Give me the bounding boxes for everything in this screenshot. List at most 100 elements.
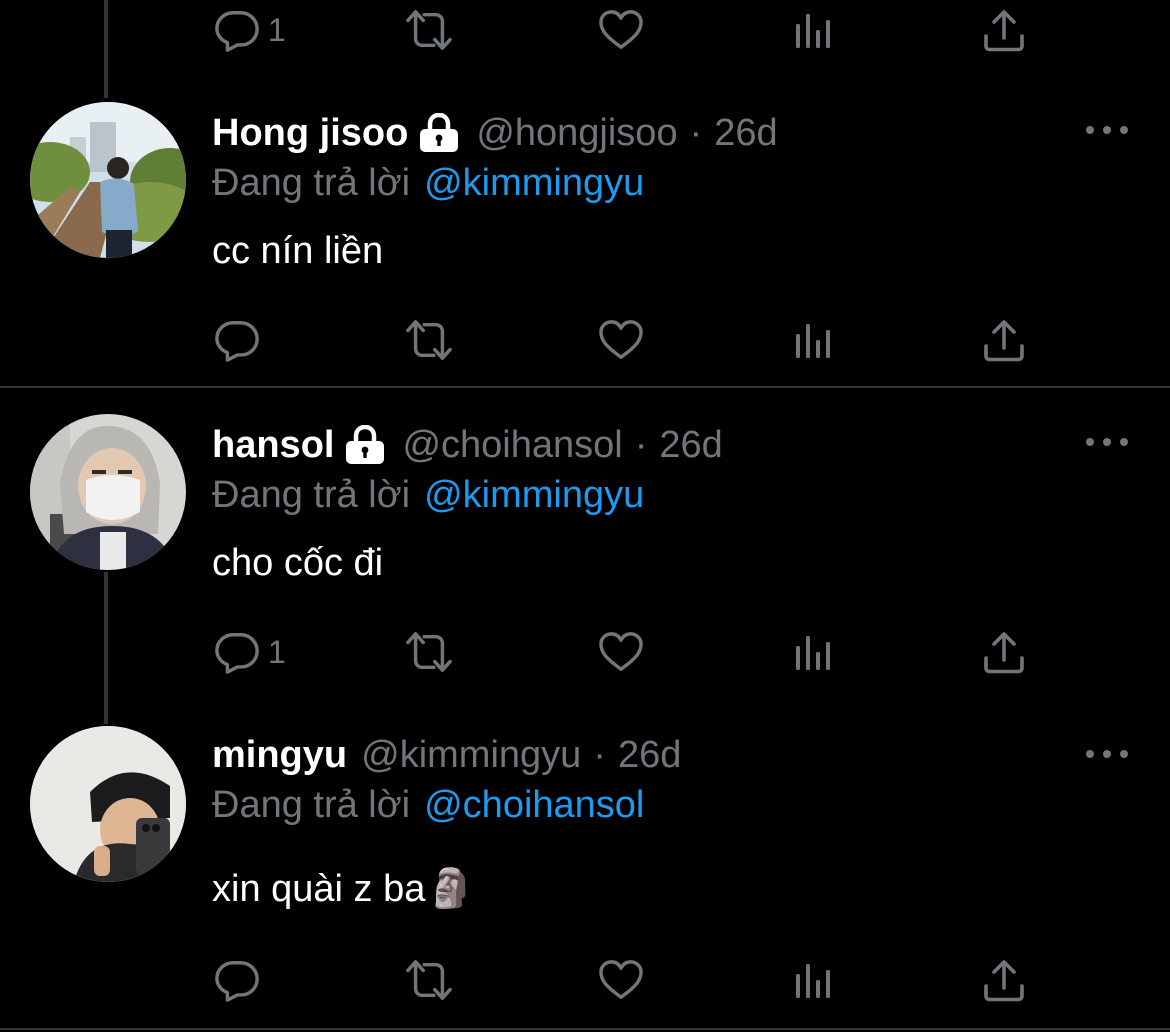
more-icon-dot	[1120, 750, 1128, 758]
tweet-header: hansol @choihansol · 26d	[212, 420, 723, 470]
replying-to: Đang trả lời @kimmingyu	[212, 158, 644, 208]
share-icon	[982, 318, 1026, 362]
retweet-icon	[402, 957, 456, 1003]
lock-icon	[344, 425, 386, 465]
avatar[interactable]	[30, 102, 186, 258]
display-name[interactable]: mingyu	[212, 734, 347, 777]
replying-to: Đang trả lời @kimmingyu	[212, 470, 644, 520]
like-icon	[598, 631, 644, 673]
like-button[interactable]	[598, 950, 644, 1010]
reply-button[interactable]	[214, 950, 268, 1010]
replying-to-label: Đang trả lời	[212, 783, 411, 826]
share-icon	[982, 630, 1026, 674]
retweet-icon	[402, 317, 456, 363]
retweet-icon	[402, 7, 456, 53]
like-icon	[598, 319, 644, 361]
retweet-icon	[402, 629, 456, 675]
action-row: 1	[0, 622, 1170, 682]
like-icon	[598, 9, 644, 51]
tweet-text-content: xin quài z ba	[212, 867, 426, 910]
display-name[interactable]: hansol	[212, 424, 334, 467]
retweet-button[interactable]	[402, 950, 456, 1010]
more-button[interactable]	[1086, 744, 1128, 764]
action-row	[0, 950, 1170, 1010]
reply-icon	[214, 317, 260, 363]
tweet-header: Hong jisoo @hongjisoo · 26d	[212, 108, 778, 158]
tweet[interactable]: Hong jisoo @hongjisoo · 26d Đang trả lời…	[0, 100, 1170, 386]
avatar-image	[30, 102, 186, 258]
separator: ·	[634, 423, 648, 466]
lock-icon	[418, 113, 460, 153]
tweet-text: xin quài z ba 🗿	[212, 864, 475, 914]
avatar-image	[30, 414, 186, 570]
reply-count: 1	[268, 633, 286, 670]
share-button[interactable]	[982, 0, 1026, 60]
timestamp[interactable]: 26d	[618, 734, 681, 777]
tweet-text: cc nín liền	[212, 229, 384, 272]
timestamp[interactable]: 26d	[659, 424, 722, 467]
more-icon-dot	[1086, 126, 1094, 134]
analytics-button[interactable]	[793, 622, 833, 682]
more-button[interactable]	[1086, 432, 1128, 452]
display-name[interactable]: Hong jisoo	[212, 112, 408, 155]
reply-icon	[214, 957, 260, 1003]
more-icon-dot	[1086, 750, 1094, 758]
action-row: 1	[0, 0, 1170, 60]
reply-button[interactable]: 1	[214, 622, 286, 682]
avatar-image	[30, 726, 186, 882]
avatar[interactable]	[30, 414, 186, 570]
replying-to-label: Đang trả lời	[212, 473, 411, 516]
analytics-button[interactable]	[793, 310, 833, 370]
user-handle[interactable]: @hongjisoo	[476, 112, 677, 155]
replying-to: Đang trả lời @choihansol	[212, 780, 644, 830]
replying-to-label: Đang trả lời	[212, 161, 411, 204]
share-icon	[982, 8, 1026, 52]
action-row	[0, 310, 1170, 370]
timestamp[interactable]: 26d	[714, 112, 777, 155]
reply-icon	[214, 629, 260, 675]
tweet[interactable]: hansol @choihansol · 26d Đang trả lời @k…	[0, 412, 1170, 712]
reply-icon	[214, 7, 260, 53]
retweet-button[interactable]	[402, 622, 456, 682]
reply-count: 1	[268, 11, 286, 48]
analytics-icon	[793, 320, 833, 360]
avatar[interactable]	[30, 726, 186, 882]
like-button[interactable]	[598, 622, 644, 682]
moai-emoji: 🗿	[427, 868, 475, 910]
like-button[interactable]	[598, 310, 644, 370]
like-button[interactable]	[598, 0, 644, 60]
reply-button[interactable]: 1	[214, 0, 286, 60]
analytics-button[interactable]	[793, 0, 833, 60]
user-handle[interactable]: @choihansol	[402, 424, 622, 467]
share-button[interactable]	[982, 310, 1026, 370]
tweet-header: mingyu @kimmingyu · 26d	[212, 730, 681, 780]
share-icon	[982, 958, 1026, 1002]
analytics-button[interactable]	[793, 950, 833, 1010]
more-icon-dot	[1103, 750, 1111, 758]
like-icon	[598, 959, 644, 1001]
reply-button[interactable]	[214, 310, 268, 370]
mention-link[interactable]: @kimmingyu	[424, 474, 644, 517]
more-icon-dot	[1120, 438, 1128, 446]
tweet-text: cho cốc đi	[212, 541, 384, 584]
mention-link[interactable]: @kimmingyu	[424, 162, 644, 205]
tweet[interactable]: mingyu @kimmingyu · 26d Đang trả lời @ch…	[0, 724, 1170, 1024]
more-icon-dot	[1103, 438, 1111, 446]
separator: ·	[689, 111, 703, 154]
divider	[0, 1028, 1170, 1030]
mention-link[interactable]: @choihansol	[424, 784, 644, 827]
retweet-button[interactable]	[402, 310, 456, 370]
more-button[interactable]	[1086, 120, 1128, 140]
more-icon-dot	[1120, 126, 1128, 134]
analytics-icon	[793, 960, 833, 1000]
analytics-icon	[793, 10, 833, 50]
share-button[interactable]	[982, 950, 1026, 1010]
user-handle[interactable]: @kimmingyu	[361, 734, 581, 777]
more-icon-dot	[1086, 438, 1094, 446]
separator: ·	[593, 733, 606, 776]
divider	[0, 386, 1170, 388]
analytics-icon	[793, 632, 833, 672]
retweet-button[interactable]	[402, 0, 456, 60]
share-button[interactable]	[982, 622, 1026, 682]
more-icon-dot	[1103, 126, 1111, 134]
